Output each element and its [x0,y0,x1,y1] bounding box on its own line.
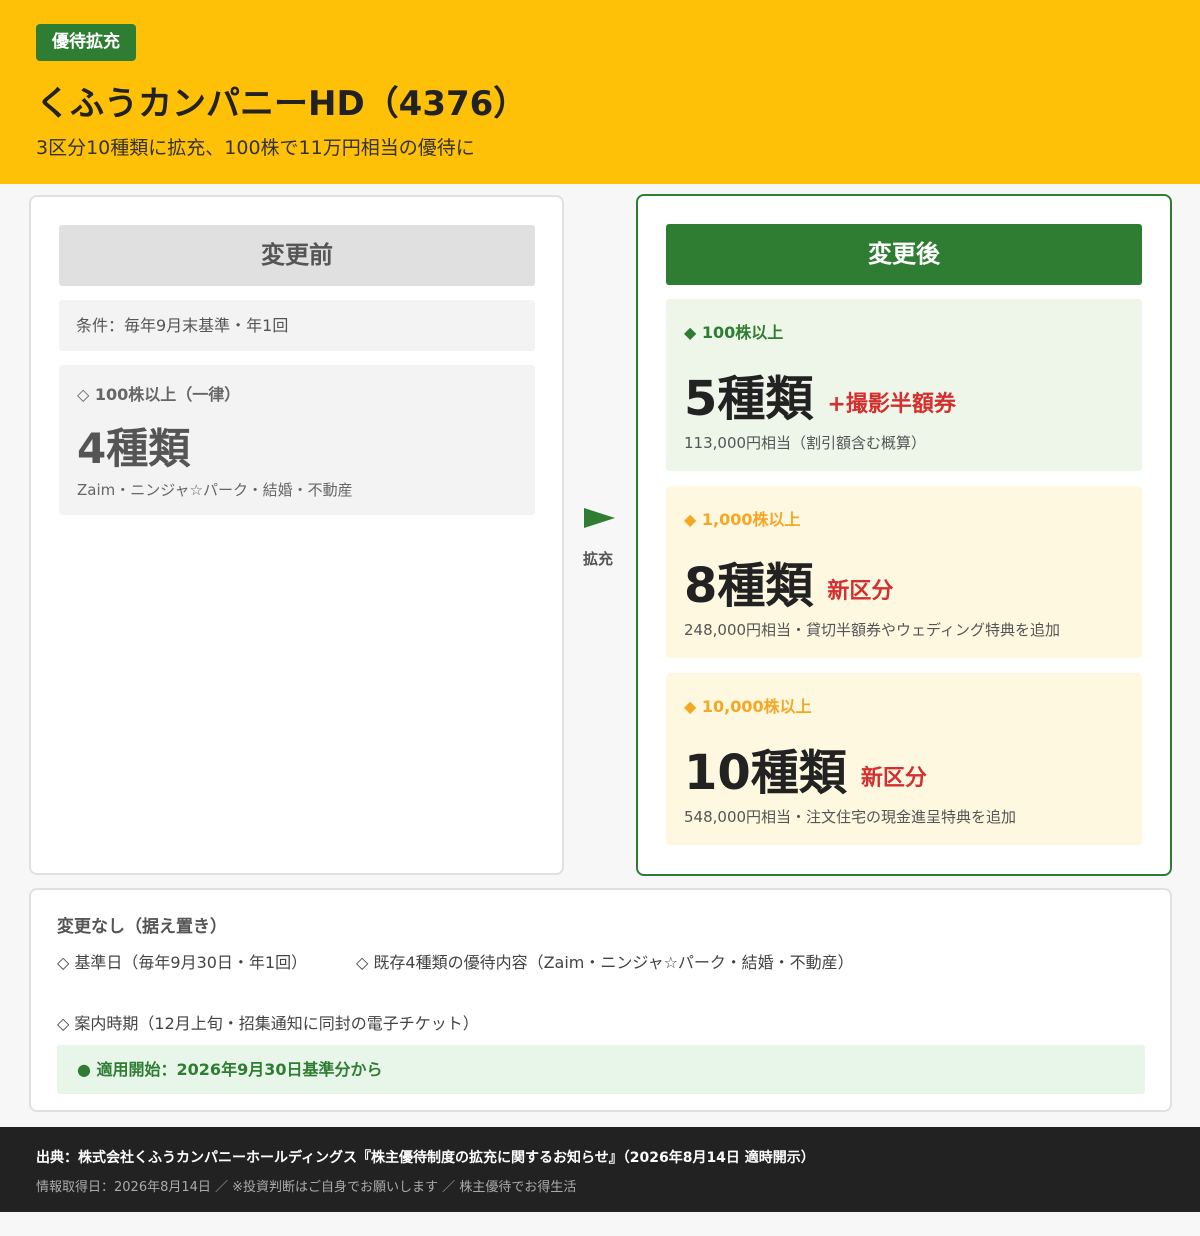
tier-label: ◆ 1,000株以上 [684,510,801,529]
source-citation: 出典：株式会社くふうカンパニーホールディングス『株主優待制度の拡充に関するお知ら… [36,1150,815,1166]
category-badge: 優待拡充 [36,24,136,61]
header-banner: 優待拡充 くふうカンパニーHD（4376） 3区分10種類に拡充、100株で11… [0,0,1200,184]
arrow-label: 拡充 [583,550,614,568]
unchanged-item: ◇ 案内時期（12月上旬・招集通知に同封の電子チケット） [57,1014,479,1033]
before-tier-value: 4種類 [77,424,191,473]
after-card: 変更後 ◆ 100株以上 5種類 +撮影半額券 113,000円相当（割引額含む概… [636,194,1172,876]
after-tier-10000: ◆ 10,000株以上 10種類 新区分 548,000円相当・注文住宅の現金進呈… [666,673,1142,845]
before-tier-label: ◇ 100株以上（一律） [77,385,241,404]
tier-label: ◆ 10,000株以上 [684,697,812,716]
tier-desc: 248,000円相当・貸切半額券やウェディング特典を追加 [684,621,1060,639]
unchanged-card: 変更なし（据え置き） ◇ 基準日（毎年9月30日・年1回） ◇ 既存4種類の優待… [29,888,1172,1112]
after-tier-1000: ◆ 1,000株以上 8種類 新区分 248,000円相当・貸切半額券やウェディン… [666,486,1142,658]
tier-value: 5種類 +撮影半額券 [684,359,956,429]
unchanged-item: ◇ 基準日（毎年9月30日・年1回） [57,953,308,972]
tier-label: ◆ 100株以上 [684,323,784,342]
before-card: 変更前 条件：毎年9月末基準・年1回 ◇ 100株以上（一律） 4種類 Zaim… [29,195,564,875]
unchanged-item: ◇ 既存4種類の優待内容（Zaim・ニンジャ☆パーク・結婚・不動産） [356,953,854,972]
footer: 出典：株式会社くふうカンパニーホールディングス『株主優待制度の拡充に関するお知ら… [0,1127,1200,1212]
unchanged-title: 変更なし（据え置き） [57,917,227,937]
tier-value: 8種類 新区分 [684,546,893,616]
tier-tag: 新区分 [827,579,894,604]
after-heading: 変更後 [666,224,1142,285]
before-tier: ◇ 100株以上（一律） 4種類 Zaim・ニンジャ☆パーク・結婚・不動産 [59,365,535,515]
tier-tag: 新区分 [860,766,927,791]
tier-tag: +撮影半額券 [827,392,956,417]
effective-date-banner: ● 適用開始：2026年9月30日基準分から [57,1045,1145,1094]
before-heading: 変更前 [59,225,535,286]
after-tier-100: ◆ 100株以上 5種類 +撮影半額券 113,000円相当（割引額含む概算） [666,299,1142,471]
footer-meta: 情報取得日：2026年8月14日 ／ ※投資判断はご自身でお願いします ／ 株主… [36,1180,577,1195]
arrow-right-icon [584,508,615,528]
page-subtitle: 3区分10種類に拡充、100株で11万円相当の優待に [36,137,475,159]
tier-value: 10種類 新区分 [684,733,927,803]
tier-count: 5種類 [684,371,814,427]
tier-desc: 548,000円相当・注文住宅の現金進呈特典を追加 [684,808,1017,826]
page-title: くふうカンパニーHD（4376） [36,84,528,124]
tier-desc: 113,000円相当（割引額含む概算） [684,434,927,452]
before-tier-desc: Zaim・ニンジャ☆パーク・結婚・不動産 [77,481,353,499]
tier-count: 10種類 [684,745,847,801]
before-condition: 条件：毎年9月末基準・年1回 [59,300,535,351]
tier-count: 8種類 [684,558,814,614]
